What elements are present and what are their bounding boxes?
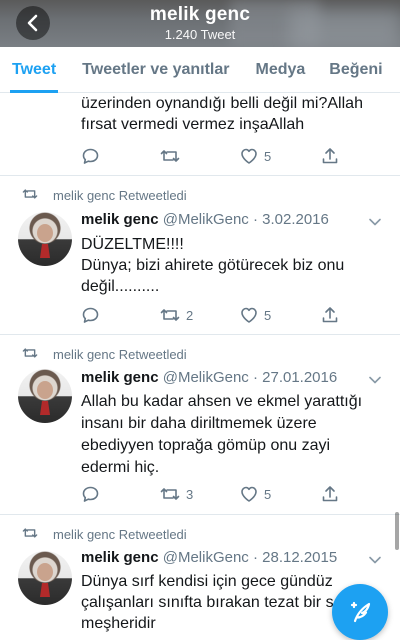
- scroll-indicator[interactable]: [395, 512, 399, 550]
- tweet[interactable]: üzerinden oynandığı belli değil mi?Allah…: [0, 94, 400, 176]
- author-name[interactable]: melik genc: [81, 211, 159, 228]
- retweet-button[interactable]: 2: [159, 306, 193, 324]
- chevron-down-icon[interactable]: [368, 553, 382, 567]
- share-button[interactable]: [321, 306, 339, 324]
- share-icon: [322, 148, 338, 164]
- reply-icon: [82, 486, 99, 502]
- tweet-actions: 2 5: [81, 306, 361, 326]
- like-button[interactable]: 5: [239, 306, 271, 324]
- retweet-count: 2: [186, 307, 194, 323]
- tweet[interactable]: melik genc Retweetledi melik genc @Melik…: [0, 335, 400, 515]
- author-handle-date: @MelikGenc · 27.01.2016: [162, 369, 338, 386]
- retweet-label: melik genc Retweetledi: [53, 347, 187, 362]
- heart-icon: [241, 307, 257, 323]
- profile-tabs: Tweet Tweetler ve yanıtlar Medya Beğeni: [0, 47, 400, 93]
- profile-name: melik genc: [149, 4, 251, 25]
- tweet-header: melik genc @MelikGenc · 27.01.2016: [81, 369, 337, 386]
- tweet-actions: 5: [81, 147, 361, 167]
- compose-icon: [350, 601, 371, 623]
- tweet-header: melik genc @MelikGenc · 28.12.2015: [81, 549, 337, 566]
- heart-icon: [241, 148, 257, 164]
- author-handle-date: @MelikGenc · 3.02.2016: [162, 211, 329, 228]
- tweet-feed[interactable]: üzerinden oynandığı belli değil mi?Allah…: [0, 94, 400, 640]
- share-button[interactable]: [321, 485, 339, 503]
- retweet-indicator: melik genc Retweetledi: [22, 347, 187, 362]
- retweet-count: 3: [186, 486, 194, 502]
- share-icon: [322, 307, 338, 323]
- avatar[interactable]: [18, 369, 72, 423]
- retweet-label: melik genc Retweetledi: [53, 188, 187, 203]
- heart-icon: [241, 486, 257, 502]
- share-icon: [322, 486, 338, 502]
- author-name[interactable]: melik genc: [81, 549, 159, 566]
- tweet[interactable]: melik genc Retweetledi melik genc @Melik…: [0, 176, 400, 335]
- retweet-icon: [160, 488, 180, 500]
- retweet-label: melik genc Retweetledi: [53, 527, 187, 542]
- tweet-header: melik genc @MelikGenc · 3.02.2016: [81, 211, 329, 228]
- like-count: 5: [264, 307, 272, 323]
- tab-tweets-and-replies[interactable]: Tweetler ve yanıtlar: [82, 47, 229, 93]
- share-button[interactable]: [321, 147, 339, 165]
- tab-media[interactable]: Medya: [255, 47, 305, 93]
- like-button[interactable]: 5: [239, 147, 271, 165]
- retweet-button[interactable]: 3: [159, 485, 193, 503]
- like-count: 5: [264, 148, 272, 164]
- tab-tweets[interactable]: Tweet: [9, 47, 59, 93]
- tab-likes[interactable]: Beğeni: [329, 47, 382, 93]
- chevron-down-icon[interactable]: [368, 373, 382, 387]
- reply-icon: [82, 148, 99, 164]
- like-button[interactable]: 5: [239, 485, 271, 503]
- author-handle-date: @MelikGenc · 28.12.2015: [162, 549, 338, 566]
- retweet-icon: [22, 189, 38, 199]
- tweet-text: DÜZELTME!!!! Dünya; bizi ahirete götürec…: [81, 236, 345, 295]
- retweet-icon: [160, 309, 180, 321]
- tweet-actions: 3 5: [81, 485, 361, 505]
- tweet-text: Allah bu kadar ahsen ve ekmel yarattığı …: [81, 393, 363, 476]
- reply-icon: [82, 307, 99, 323]
- compose-tweet-button[interactable]: [332, 584, 388, 640]
- profile-header: melik genc 1.240 Tweet: [0, 0, 400, 47]
- reply-button[interactable]: [81, 485, 105, 503]
- retweet-icon: [160, 150, 180, 162]
- avatar[interactable]: [18, 551, 72, 605]
- retweet-indicator: melik genc Retweetledi: [22, 527, 187, 542]
- author-name[interactable]: melik genc: [81, 369, 159, 386]
- reply-button[interactable]: [81, 306, 105, 324]
- retweet-button[interactable]: [159, 147, 186, 165]
- reply-button[interactable]: [81, 147, 105, 165]
- chevron-down-icon[interactable]: [368, 215, 382, 229]
- like-count: 5: [264, 486, 272, 502]
- retweet-icon: [22, 348, 38, 358]
- retweet-icon: [22, 528, 38, 538]
- tweet-count: 1.240 Tweet: [164, 27, 236, 42]
- tweet-text: üzerinden oynandığı belli değil mi?Allah…: [81, 95, 363, 133]
- retweet-indicator: melik genc Retweetledi: [22, 188, 187, 203]
- avatar[interactable]: [18, 212, 72, 266]
